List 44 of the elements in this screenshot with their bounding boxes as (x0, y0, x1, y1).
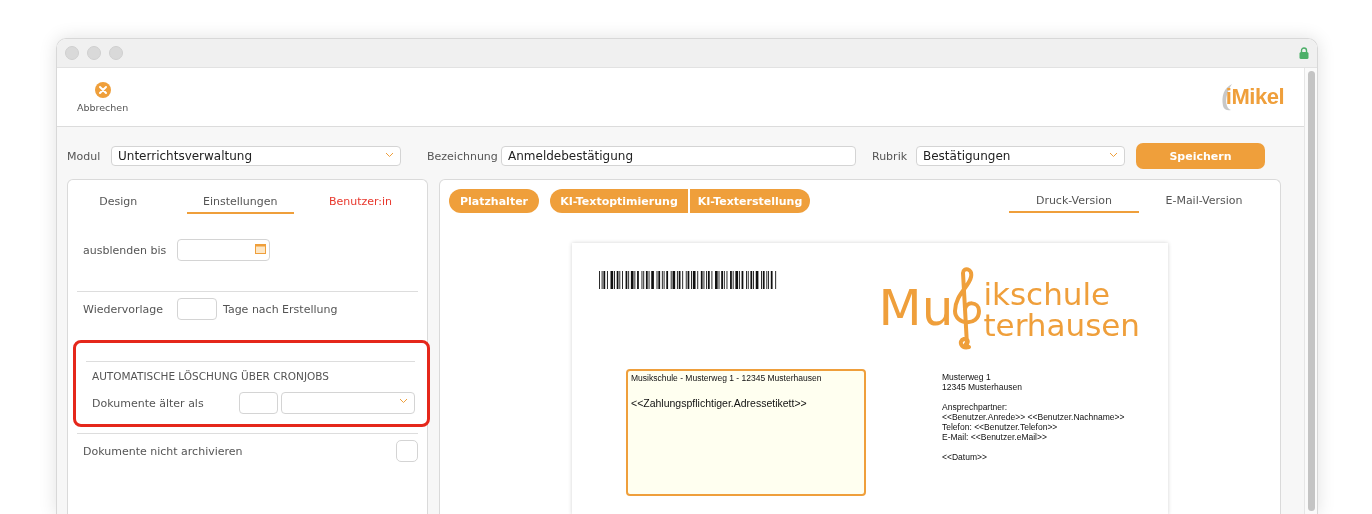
modul-select[interactable]: Unterrichtsverwaltung (111, 146, 401, 166)
minimize-window-button[interactable] (87, 46, 101, 60)
info-line: Musterweg 1 (942, 372, 992, 382)
section-heading: AUTOMATISCHE LÖSCHUNG ÜBER CRONJOBS (92, 370, 330, 382)
resubmission-label: Wiedervorlage (83, 302, 165, 316)
older-than-label: Dokumente älter als (92, 396, 205, 410)
sender-line: Musikschule - Musterweg 1 - 12345 Musterhausen (631, 373, 823, 383)
bezeichnung-label: Bezeichnung (427, 149, 499, 163)
chevron-down-icon (385, 152, 394, 158)
chevron-down-icon (399, 398, 408, 404)
bezeichnung-field[interactable]: Anmeldebestätigung (501, 146, 856, 166)
days-field[interactable] (177, 298, 217, 320)
zoom-window-button[interactable] (109, 46, 123, 60)
no-archive-label: Dokumente nicht archivieren (83, 444, 243, 458)
info-line: <<Benutzer.Anrede>> <<Benutzer.Nachname>> (942, 412, 1125, 422)
version-tab[interactable]: Druck-Version (1009, 189, 1139, 213)
close-window-button[interactable] (65, 46, 79, 60)
version-tab[interactable]: E-Mail-Version (1139, 189, 1269, 213)
info-line: Telefon: <<Benutzer.Telefon>> (942, 422, 1059, 432)
date-field[interactable] (177, 239, 270, 261)
rubrik-select[interactable]: Bestätigungen (916, 146, 1125, 166)
info-line: E-Mail: <<Benutzer.eMail>> (942, 432, 1048, 442)
panel-tab[interactable]: Einstellungen (186, 190, 294, 214)
info-line: 12345 Musterhausen (942, 382, 1023, 392)
age-field[interactable] (238, 392, 278, 414)
days-after-creation-label: Tage nach Erstellung (223, 302, 338, 316)
info-line: <<Datum>> (942, 452, 988, 462)
panel-tab[interactable]: Design (85, 190, 152, 214)
info-line: Ansprechpartner: (942, 402, 1009, 412)
unit-select[interactable] (280, 392, 415, 414)
no-archive-checkbox[interactable] (396, 440, 418, 462)
barcode-icon (599, 271, 777, 289)
calendar-icon (255, 244, 266, 254)
hide-until-label: ausblenden bis (83, 243, 168, 257)
close-icon (94, 81, 111, 98)
recipient-address-text: <<Zahlungspflichtiger.Adressetikett>> (631, 397, 808, 409)
cancel-button[interactable]: Abbrechen (77, 81, 129, 113)
app-logo: iMikel (1219, 82, 1284, 112)
rubrik-label: Rubrik (872, 149, 909, 163)
lock-icon (1299, 47, 1309, 59)
scrollbar[interactable] (1304, 68, 1317, 514)
chevron-down-icon (1109, 152, 1118, 158)
modul-label: Modul (67, 149, 102, 163)
panel-tab[interactable]: Benutzer:in (293, 190, 427, 214)
